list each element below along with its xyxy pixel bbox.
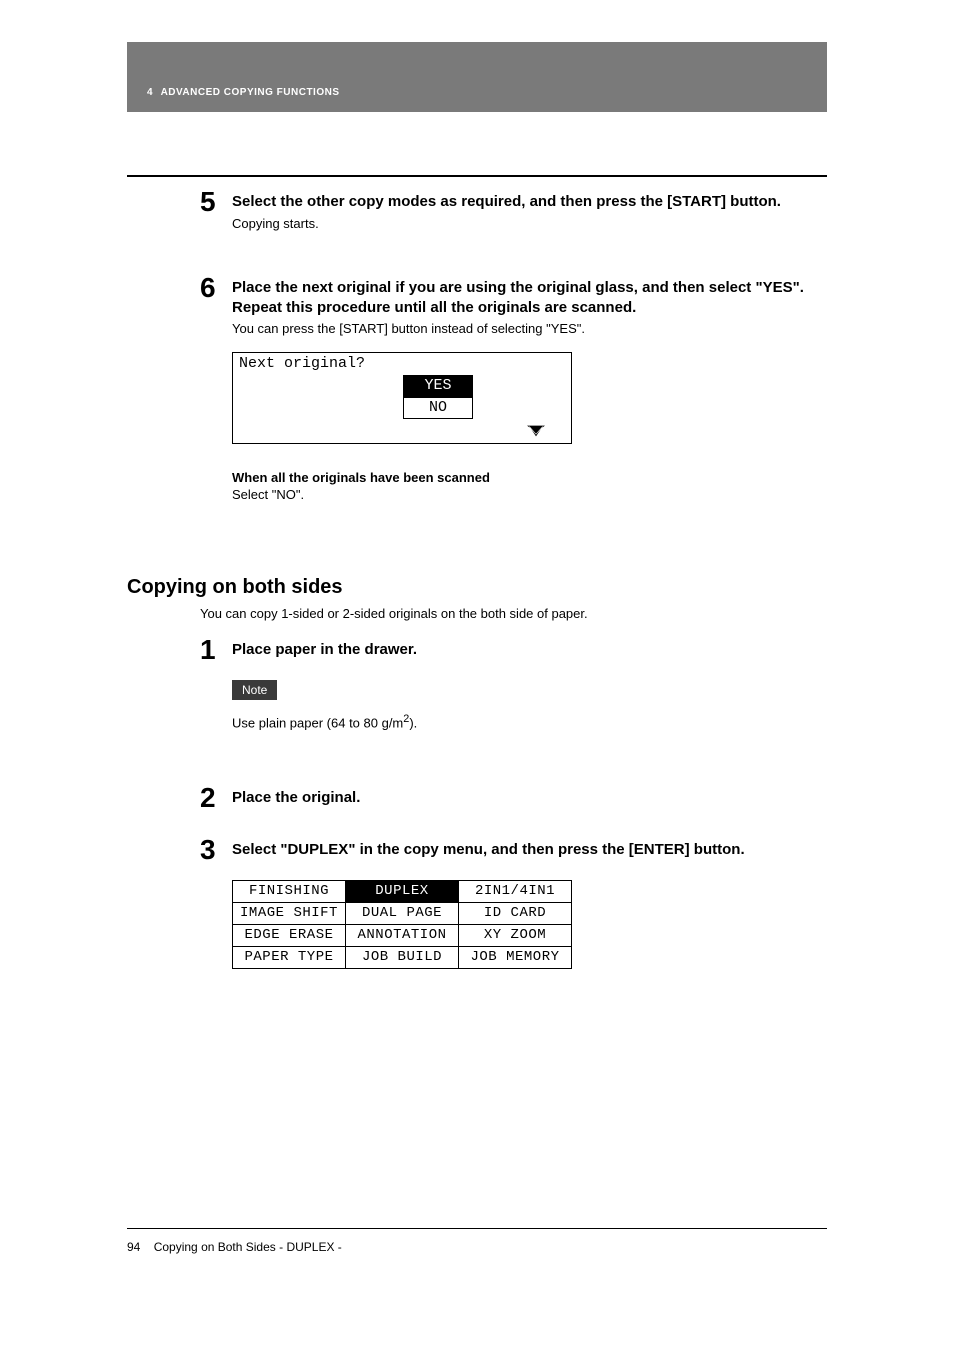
step-6: 6 Place the next original if you are usi… bbox=[232, 278, 827, 502]
chapter-title: ADVANCED COPYING FUNCTIONS bbox=[161, 87, 340, 98]
note-body: Use plain paper (64 to 80 g/m2). bbox=[232, 712, 827, 732]
lcd-option-no[interactable]: NO bbox=[403, 397, 473, 419]
menu-image-shift[interactable]: IMAGE SHIFT bbox=[233, 902, 346, 924]
menu-paper-type[interactable]: PAPER TYPE bbox=[233, 946, 346, 968]
note-label: Note bbox=[232, 680, 277, 700]
menu-id-card[interactable]: ID CARD bbox=[459, 902, 572, 924]
step-number: 2 bbox=[200, 782, 216, 814]
menu-annotation[interactable]: ANNOTATION bbox=[346, 924, 459, 946]
page-footer: 94 Copying on Both Sides - DUPLEX - bbox=[127, 1240, 342, 1254]
down-arrow-icon[interactable] bbox=[527, 425, 545, 437]
section-heading: Copying on both sides bbox=[127, 576, 343, 599]
menu-duplex[interactable]: DUPLEX bbox=[346, 880, 459, 902]
lcd-option-yes[interactable]: YES bbox=[403, 375, 473, 397]
menu-job-build[interactable]: JOB BUILD bbox=[346, 946, 459, 968]
step-number: 1 bbox=[200, 634, 216, 666]
step-body: You can press the [START] button instead… bbox=[232, 321, 827, 338]
chapter-number: 4 bbox=[147, 87, 153, 98]
sub-step-3: 3 Select "DUPLEX" in the copy menu, and … bbox=[232, 840, 827, 969]
menu-edge-erase[interactable]: EDGE ERASE bbox=[233, 924, 346, 946]
menu-dual-page[interactable]: DUAL PAGE bbox=[346, 902, 459, 924]
sub-step-2: 2 Place the original. bbox=[232, 788, 827, 808]
lcd-spacer bbox=[233, 397, 403, 419]
note-body-post: ). bbox=[409, 715, 417, 730]
chapter-header: 4 ADVANCED COPYING FUNCTIONS bbox=[127, 42, 827, 112]
step-title: Place paper in the drawer. bbox=[232, 640, 827, 660]
step-body: Copying starts. bbox=[232, 216, 827, 233]
footer-label: Copying on Both Sides - DUPLEX - bbox=[154, 1240, 342, 1254]
step-title: Place the original. bbox=[232, 788, 827, 808]
step-title: Select the other copy modes as required,… bbox=[232, 192, 827, 212]
note-body-pre: Use plain paper (64 to 80 g/m bbox=[232, 715, 403, 730]
sub-step-1: 1 Place paper in the drawer. Note Use pl… bbox=[232, 640, 827, 732]
copy-menu-grid: FINISHING DUPLEX 2IN1/4IN1 IMAGE SHIFT D… bbox=[232, 880, 572, 969]
divider-top bbox=[127, 175, 827, 177]
step6-after-title: When all the originals have been scanned bbox=[232, 470, 827, 485]
section-intro: You can copy 1-sided or 2-sided original… bbox=[200, 606, 827, 621]
menu-finishing[interactable]: FINISHING bbox=[233, 880, 346, 902]
lcd-spacer bbox=[473, 375, 571, 397]
lcd-spacer bbox=[233, 375, 403, 397]
page: 4 ADVANCED COPYING FUNCTIONS 5 Select th… bbox=[0, 0, 954, 1351]
lcd-panel: Next original? YES NO bbox=[232, 352, 827, 444]
divider-bottom bbox=[127, 1228, 827, 1229]
lcd-spacer bbox=[473, 397, 571, 419]
step-title: Select "DUPLEX" in the copy menu, and th… bbox=[232, 840, 827, 860]
page-number: 94 bbox=[127, 1240, 140, 1254]
lcd-prompt: Next original? bbox=[233, 353, 371, 375]
menu-2in1-4in1[interactable]: 2IN1/4IN1 bbox=[459, 880, 572, 902]
step-number: 5 bbox=[200, 186, 216, 218]
step-number: 3 bbox=[200, 834, 216, 866]
menu-job-memory[interactable]: JOB MEMORY bbox=[459, 946, 572, 968]
step-5: 5 Select the other copy modes as require… bbox=[232, 192, 827, 232]
step-title: Place the next original if you are using… bbox=[232, 278, 827, 317]
menu-xy-zoom[interactable]: XY ZOOM bbox=[459, 924, 572, 946]
step6-after-body: Select "NO". bbox=[232, 487, 827, 502]
step-number: 6 bbox=[200, 272, 216, 304]
